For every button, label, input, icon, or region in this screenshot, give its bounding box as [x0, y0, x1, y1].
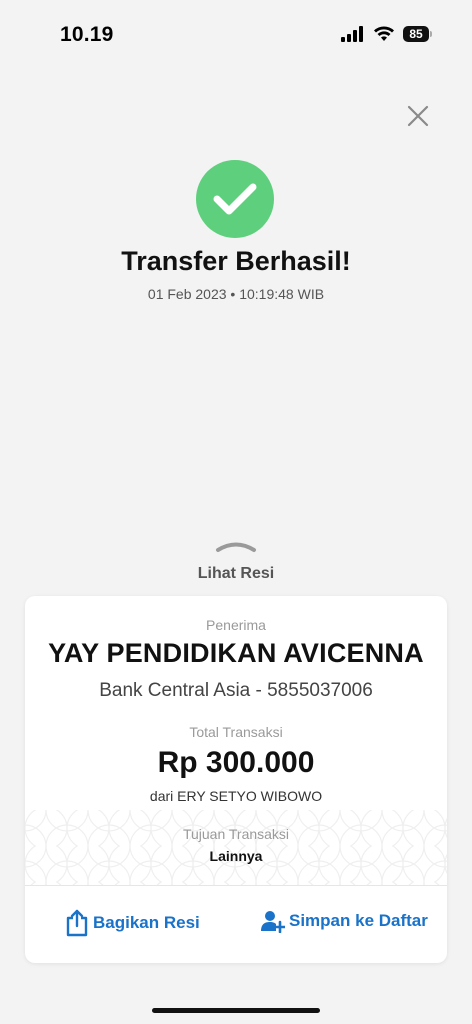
recipient-label: Penerima [206, 617, 266, 633]
total-label: Total Transaksi [189, 724, 283, 740]
close-icon [407, 105, 429, 127]
signal-icon [341, 26, 363, 42]
chevron-up-icon [216, 542, 256, 552]
recipient-name: YAY PENDIDIKAN AVICENNA [48, 638, 424, 668]
success-badge [196, 160, 274, 238]
share-icon [66, 909, 88, 937]
receipt-handle[interactable] [214, 539, 258, 553]
status-icons: 85 [341, 26, 432, 42]
add-contact-icon [261, 911, 285, 933]
share-receipt-label: Bagikan Resi [93, 913, 200, 932]
home-indicator[interactable] [152, 1008, 320, 1013]
transaction-amount: Rp 300.000 [157, 746, 315, 779]
bank-account: Bank Central Asia - 5855037006 [99, 680, 373, 701]
battery-level: 85 [403, 26, 429, 42]
purpose-label: Tujuan Transaksi [182, 826, 290, 842]
close-button[interactable] [406, 104, 430, 128]
wifi-icon [374, 26, 394, 41]
save-to-list-button[interactable]: Simpan ke Daftar [261, 909, 428, 933]
battery-icon: 85 [403, 26, 432, 42]
divider [25, 885, 447, 886]
share-receipt-button[interactable]: Bagikan Resi [65, 909, 200, 937]
view-receipt-label[interactable]: Lihat Resi [0, 565, 472, 583]
checkmark-icon [213, 183, 257, 215]
transfer-datetime: 01 Feb 2023 • 10:19:48 WIB [147, 286, 325, 302]
page-title: Transfer Berhasil! [121, 246, 351, 276]
status-bar: 10.19 85 [0, 0, 472, 70]
purpose-value: Lainnya [209, 848, 263, 864]
receipt-card: Penerima YAY PENDIDIKAN AVICENNA Bank Ce… [25, 596, 447, 963]
save-to-list-label: Simpan ke Daftar [289, 911, 428, 930]
sender-name: dari ERY SETYO WIBOWO [149, 788, 323, 804]
battery-tip [430, 31, 432, 37]
status-time: 10.19 [60, 23, 114, 46]
